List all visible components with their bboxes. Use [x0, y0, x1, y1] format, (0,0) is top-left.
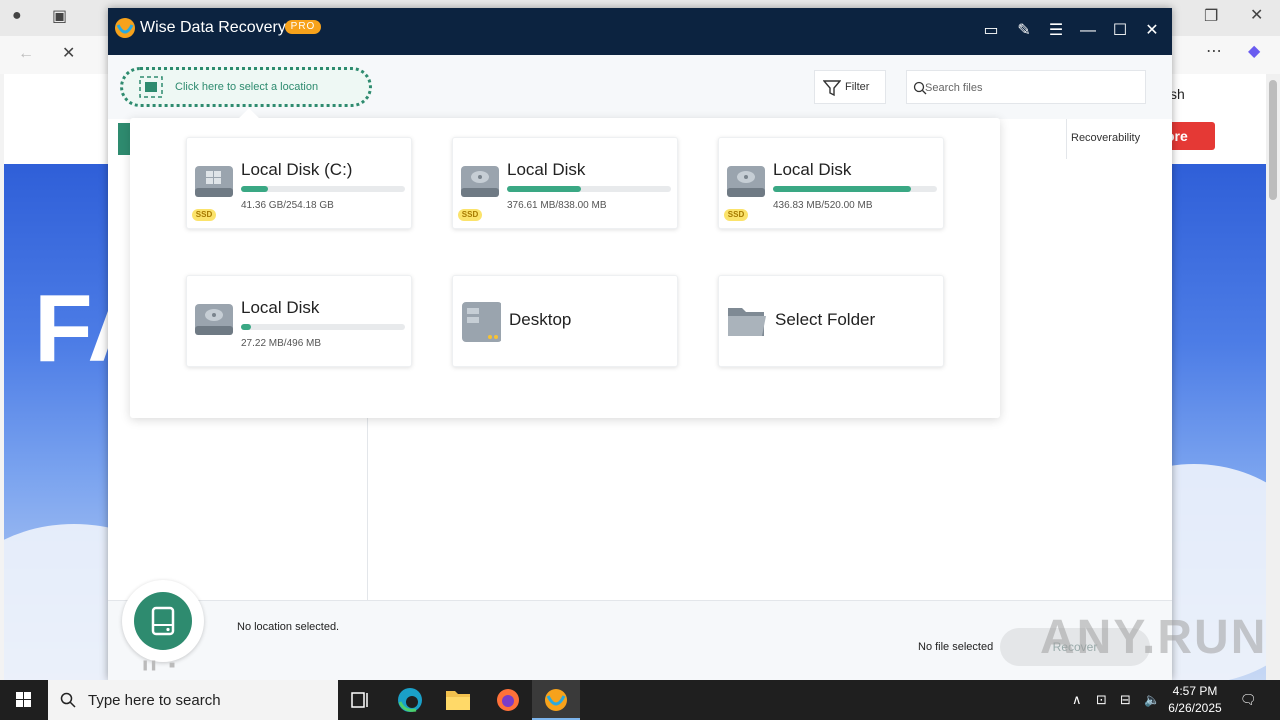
stop-icon[interactable]: ■ [169, 660, 175, 671]
location-name: Local Disk [241, 298, 320, 317]
wise-data-recovery-taskbar-button[interactable] [532, 680, 580, 720]
usage-bar [507, 186, 671, 192]
folder-icon [728, 308, 766, 336]
app-logo-icon [115, 18, 135, 38]
restore-browser-icon[interactable]: ❐ [1204, 9, 1218, 25]
back-icon[interactable]: ← [18, 46, 34, 62]
task-view-button[interactable] [336, 680, 384, 720]
location-name: Local Disk (C:) [241, 160, 353, 179]
location-name: Local Disk [507, 160, 586, 179]
volume-icon[interactable]: 🔈 [1144, 692, 1160, 708]
select-location-button[interactable]: Click here to select a location [120, 67, 372, 107]
location-name: Local Disk [773, 160, 852, 179]
usage-text: 27.22 MB/496 MB [241, 338, 322, 349]
taskbar: Type here to search ∧ ⊡ ⊟ 🔈 4:57 PM 6/26… [0, 680, 1280, 720]
clock-date: 6/26/2025 [1168, 701, 1222, 715]
minimize-icon[interactable]: — [1077, 20, 1099, 42]
stop-loading-icon[interactable]: ✕ [62, 46, 75, 62]
search-input[interactable] [925, 77, 1135, 99]
clock-time: 4:57 PM [1172, 684, 1218, 698]
edit-icon[interactable]: ✎ [1013, 20, 1035, 42]
usage-bar [773, 186, 937, 192]
network-drive-icon[interactable]: ⊡ [1096, 692, 1107, 708]
ssd-badge: SSD [192, 209, 216, 221]
edge-button[interactable] [386, 680, 434, 720]
search-icon [60, 692, 76, 708]
column-recoverability[interactable]: Recoverability [1066, 119, 1166, 159]
title-bar: Wise Data Recovery PRO ▭ ✎ ☰ — ☐ ✕ [108, 8, 1172, 55]
ssd-badge: SSD [458, 209, 482, 221]
usage-text: 41.36 GB/254.18 GB [241, 200, 334, 211]
location-name: Select Folder [775, 310, 876, 329]
taskbar-clock[interactable]: 4:57 PM 6/26/2025 [1160, 683, 1230, 717]
firefox-icon [497, 689, 519, 711]
usage-text: 376.61 MB/838.00 MB [507, 200, 607, 211]
page-scrollbar[interactable] [1266, 74, 1280, 680]
location-name: Desktop [509, 310, 572, 329]
show-hidden-icons-icon[interactable]: ∧ [1072, 692, 1082, 708]
search-box[interactable] [906, 70, 1146, 104]
ssd-badge: SSD [724, 209, 748, 221]
firefox-button[interactable] [484, 680, 532, 720]
hard-drive-icon [195, 304, 233, 335]
folder-icon [446, 691, 470, 710]
location-card-desktop[interactable]: Desktop [452, 275, 678, 367]
close-browser-icon[interactable]: ✕ [1250, 8, 1263, 24]
location-card-disk-2[interactable]: SSD Local Disk 436.83 MB/520.00 MB [718, 137, 944, 229]
network-icon[interactable]: ⊟ [1120, 692, 1131, 708]
desktop-icon [462, 302, 501, 342]
location-card-select-folder[interactable]: Select Folder [718, 275, 944, 367]
drive-status-icon [134, 592, 192, 650]
usage-bar [241, 186, 405, 192]
location-card-disk-1[interactable]: SSD Local Disk 376.61 MB/838.00 MB [452, 137, 678, 229]
tab-actions-icon[interactable]: ▣ [52, 9, 67, 25]
filter-button[interactable]: Filter [814, 70, 886, 104]
app-title: Wise Data Recovery [140, 19, 286, 36]
usage-bar [241, 324, 405, 330]
feedback-icon[interactable]: ▭ [980, 20, 1002, 42]
more-menu-icon[interactable]: ⋯ [1206, 44, 1222, 60]
filter-label: Filter [845, 81, 870, 93]
file-explorer-button[interactable] [434, 680, 482, 720]
location-scan-icon [139, 76, 163, 98]
status-text: No location selected. [237, 621, 340, 633]
hard-drive-icon [727, 166, 765, 197]
language-selector[interactable]: sh [1170, 86, 1185, 102]
select-location-label: Click here to select a location [175, 81, 319, 93]
start-button[interactable] [0, 680, 48, 720]
pause-icon[interactable]: ❚❚ [141, 660, 158, 671]
toolbar: Click here to select a location Filter [108, 55, 1172, 119]
filter-icon [823, 80, 841, 97]
menu-icon[interactable]: ☰ [1045, 20, 1067, 42]
notifications-icon[interactable]: 🗨 [1240, 692, 1257, 708]
copilot-icon[interactable]: ◆ [1248, 44, 1260, 60]
hard-drive-icon [461, 166, 499, 197]
location-dropdown: SSD Local Disk (C:) 41.36 GB/254.18 GB S… [130, 108, 1000, 418]
task-view-icon [351, 692, 368, 708]
usage-text: 436.83 MB/520.00 MB [773, 200, 873, 211]
taskbar-search-placeholder: Type here to search [88, 692, 221, 709]
close-icon[interactable]: ✕ [1141, 20, 1163, 42]
profile-icon[interactable]: ● [12, 8, 22, 24]
location-card-c-drive[interactable]: SSD Local Disk (C:) 41.36 GB/254.18 GB [186, 137, 412, 229]
watermark: ANY.RUN [1040, 611, 1268, 664]
wise-data-recovery-icon [545, 689, 567, 711]
edge-icon [398, 688, 422, 712]
windows-logo-icon [16, 692, 31, 707]
selection-status: No file selected [918, 641, 994, 653]
pro-badge: PRO [285, 20, 321, 34]
windows-drive-icon [195, 166, 233, 197]
taskbar-search[interactable]: Type here to search [48, 680, 338, 720]
location-card-disk-3[interactable]: Local Disk 27.22 MB/496 MB [186, 275, 412, 367]
maximize-icon[interactable]: ☐ [1109, 20, 1131, 42]
scroll-thumb[interactable] [1269, 80, 1277, 200]
